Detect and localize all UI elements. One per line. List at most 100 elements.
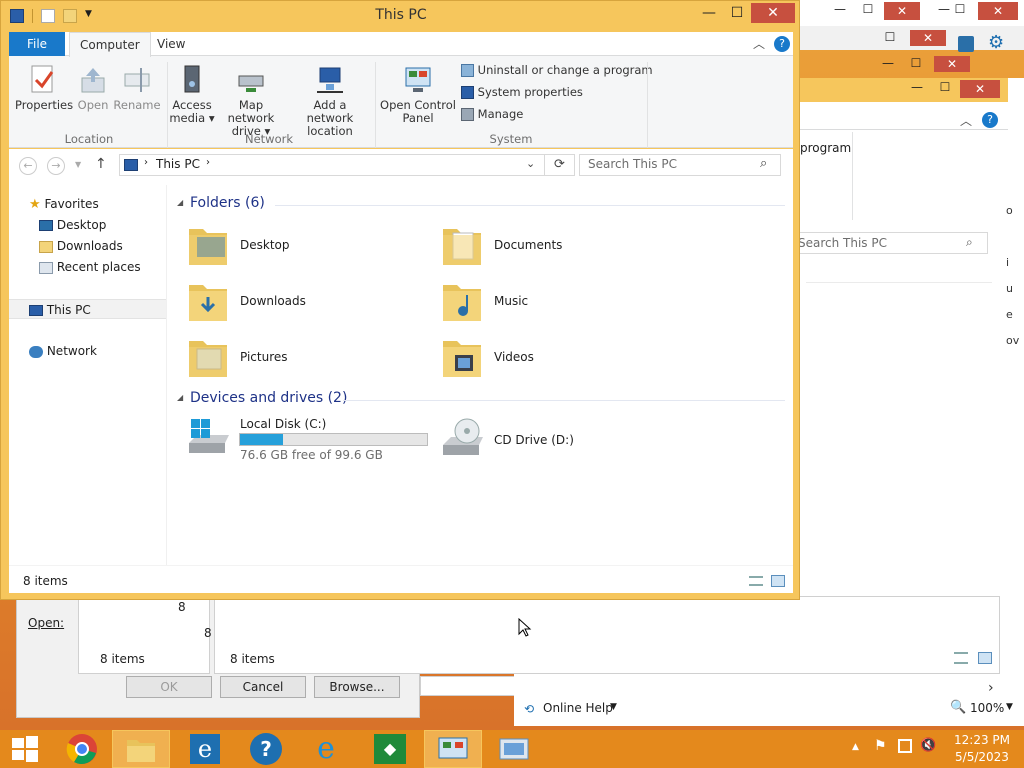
background-explorer-window[interactable] (798, 78, 1024, 674)
bg4-minimize-button[interactable]: — (904, 80, 930, 98)
bg4-chevron-up-icon[interactable]: ︿ (960, 112, 972, 129)
address-dropdown-icon[interactable]: ⌄ (526, 157, 535, 170)
folder-downloads[interactable]: Downloads (240, 294, 306, 308)
pictures-folder-icon[interactable] (187, 333, 229, 379)
map-network-drive-button[interactable]: Map network drive ▾ (215, 64, 287, 138)
help-icon[interactable]: ? (774, 36, 790, 52)
bg-close-button-2[interactable]: ✕ (978, 2, 1018, 20)
bg-window-main[interactable] (214, 596, 1000, 674)
cancel-button[interactable]: Cancel (220, 676, 306, 698)
chevron-down-icon[interactable]: ▼ (610, 702, 617, 712)
manage-button[interactable]: Manage (461, 105, 523, 123)
bg-minimize-button[interactable]: — (826, 2, 854, 22)
nav-item-favorites[interactable]: ★ Favorites (29, 194, 99, 214)
folder-desktop[interactable]: Desktop (240, 238, 290, 252)
large-icons-view-button[interactable] (771, 575, 785, 587)
online-help-dropdown[interactable]: Online Help (543, 701, 613, 715)
this-pc-window[interactable]: ▼ This PC — ☐ ✕ File Computer View ︿ ? P… (0, 0, 800, 600)
drive-c-name[interactable]: Local Disk (C:) (240, 417, 326, 431)
system-properties-button[interactable]: System properties (461, 83, 583, 101)
tab-view[interactable]: View (147, 32, 195, 56)
properties-button[interactable]: Properties (15, 64, 73, 112)
ok-button[interactable]: OK (126, 676, 212, 698)
nav-item-network[interactable]: Network (29, 341, 97, 361)
title-bar[interactable]: ▼ This PC — ☐ ✕ (1, 1, 801, 31)
address-sep-icon[interactable]: › (144, 157, 148, 168)
open-button[interactable]: Open (73, 64, 113, 112)
taskbar-help[interactable]: ? (238, 730, 294, 768)
flag-icon[interactable]: ⚑ (874, 738, 887, 754)
documents-folder-icon[interactable] (441, 221, 483, 267)
refresh-button[interactable]: ⟳ (544, 155, 574, 175)
folder-documents[interactable]: Documents (494, 238, 562, 252)
drive-d-name[interactable]: CD Drive (D:) (494, 433, 574, 447)
online-help-icon[interactable]: ⟲ (524, 702, 534, 716)
gear-icon[interactable]: ⚙ (988, 34, 1006, 52)
large-icons-view-icon[interactable] (978, 652, 992, 664)
drives-collapse-icon[interactable]: ◢ (177, 393, 183, 402)
open-control-panel-button[interactable]: Open Control Panel (379, 64, 457, 125)
network-tray-icon[interactable] (898, 739, 912, 753)
details-view-button[interactable] (749, 576, 763, 586)
start-button[interactable] (0, 730, 50, 768)
folder-videos[interactable]: Videos (494, 350, 534, 364)
bg4-maximize-button[interactable]: ☐ (932, 80, 958, 98)
address-bar[interactable]: › This PC › ⌄ ⟳ (119, 154, 575, 176)
folder-pictures[interactable]: Pictures (240, 350, 288, 364)
desktop-folder-icon[interactable] (187, 221, 229, 267)
minimize-button[interactable]: — (695, 3, 723, 23)
minimize-ribbon-icon[interactable]: ︿ (753, 35, 765, 52)
browse-button[interactable]: Browse... (314, 676, 400, 698)
recent-locations-icon[interactable]: ▼ (75, 160, 81, 169)
rename-button[interactable]: Rename (113, 64, 161, 112)
details-view-icon[interactable] (954, 652, 968, 664)
taskbar-run[interactable] (486, 730, 542, 768)
drives-section-header[interactable]: Devices and drives (2) (190, 390, 347, 406)
clock-date[interactable]: 5/5/2023 (952, 750, 1012, 764)
bg-close-button[interactable]: ✕ (884, 2, 920, 20)
taskbar-internet-explorer-2[interactable]: e (298, 730, 354, 768)
tab-file[interactable]: File (9, 32, 65, 56)
show-hidden-icons[interactable]: ▲ (852, 742, 859, 752)
search-icon[interactable]: ⌕ (760, 156, 767, 171)
nav-item-recent-places[interactable]: Recent places (39, 257, 141, 277)
bg-maximize-button[interactable]: ☐ (854, 2, 882, 22)
forward-button[interactable]: → (47, 157, 65, 175)
printer-icon[interactable] (958, 36, 974, 52)
close-button[interactable]: ✕ (751, 3, 795, 23)
local-disk-icon[interactable] (187, 417, 229, 463)
zoom-icon[interactable]: 🔍 (950, 700, 966, 715)
taskbar-internet-explorer[interactable]: e (176, 730, 232, 768)
zoom-level[interactable]: 100% (970, 701, 1004, 715)
taskbar-control-panel[interactable] (424, 730, 482, 768)
address-sep-icon-2[interactable]: › (206, 157, 210, 168)
address-path[interactable]: This PC (156, 157, 200, 171)
nav-item-downloads[interactable]: Downloads (39, 236, 123, 256)
chevron-right-icon[interactable]: › (988, 680, 994, 696)
search-box[interactable]: Search This PC ⌕ (579, 154, 781, 176)
uninstall-program-button[interactable]: Uninstall or change a program (461, 61, 653, 79)
zoom-chevron-icon[interactable]: ▼ (1006, 702, 1013, 712)
bg-maximize-button-3[interactable]: ☐ (878, 30, 902, 46)
videos-folder-icon[interactable] (441, 333, 483, 379)
bg-close-button-3[interactable]: ✕ (910, 30, 946, 46)
back-button[interactable]: ← (19, 157, 37, 175)
folders-collapse-icon[interactable]: ◢ (177, 198, 183, 207)
bg4-search-icon[interactable]: ⌕ (966, 235, 973, 250)
tab-computer[interactable]: Computer (69, 32, 151, 57)
nav-item-desktop[interactable]: Desktop (39, 215, 106, 235)
add-network-location-button[interactable]: Add a network location (289, 64, 371, 138)
bg4-close-button[interactable]: ✕ (960, 80, 1000, 98)
folders-section-header[interactable]: Folders (6) (190, 195, 265, 211)
bg-close-button-4[interactable]: ✕ (934, 56, 970, 72)
taskbar-chrome[interactable] (54, 730, 110, 768)
volume-muted-icon[interactable]: 🔇 (920, 738, 936, 753)
bg-maximize-button-4[interactable]: ☐ (904, 56, 928, 72)
up-button[interactable]: ↑ (95, 156, 107, 172)
clock-time[interactable]: 12:23 PM (952, 733, 1012, 747)
nav-item-this-pc[interactable]: This PC (9, 299, 166, 319)
music-folder-icon[interactable] (441, 277, 483, 323)
maximize-button[interactable]: ☐ (723, 3, 751, 23)
taskbar-xbox-games[interactable]: ◆ (362, 730, 418, 768)
cd-drive-icon[interactable] (441, 417, 483, 463)
